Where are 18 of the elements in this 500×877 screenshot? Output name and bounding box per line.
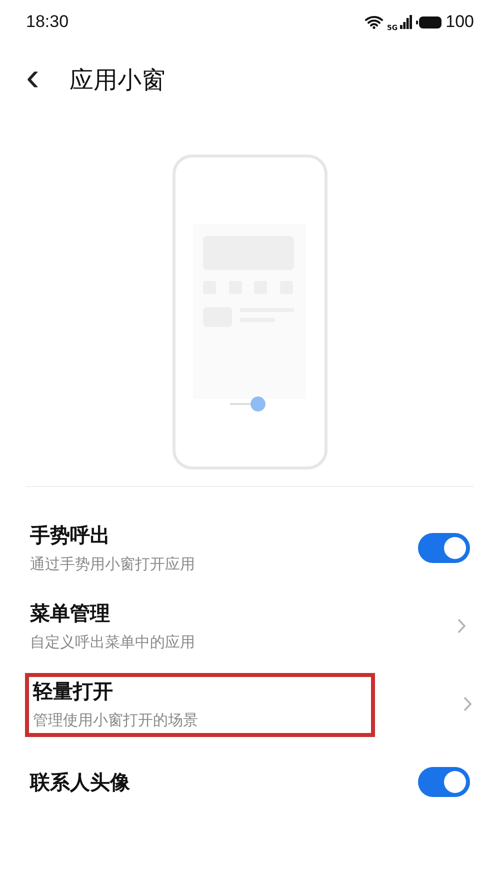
toggle-switch[interactable] — [418, 767, 470, 797]
setting-title: 菜单管理 — [30, 600, 111, 627]
setting-title: 联系人头像 — [30, 768, 130, 796]
battery-level: 100 — [446, 12, 474, 32]
back-button[interactable]: ‹ — [22, 57, 44, 103]
wifi-icon — [365, 15, 383, 29]
chevron-right-icon — [457, 618, 466, 634]
setting-description: 自定义呼出菜单中的应用 — [30, 633, 195, 652]
setting-title: 手势呼出 — [30, 522, 111, 549]
signal-icon — [400, 15, 412, 29]
battery-icon — [416, 16, 442, 28]
chevron-right-icon — [463, 696, 472, 712]
page-title: 应用小窗 — [69, 65, 166, 96]
setting-title: 轻量打开 — [33, 678, 114, 705]
setting-description: 管理使用小窗打开的场景 — [33, 711, 198, 730]
status-time: 18:30 — [26, 12, 69, 32]
toggle-switch[interactable] — [418, 533, 470, 563]
setting-description: 通过手势用小窗打开应用 — [30, 555, 195, 574]
